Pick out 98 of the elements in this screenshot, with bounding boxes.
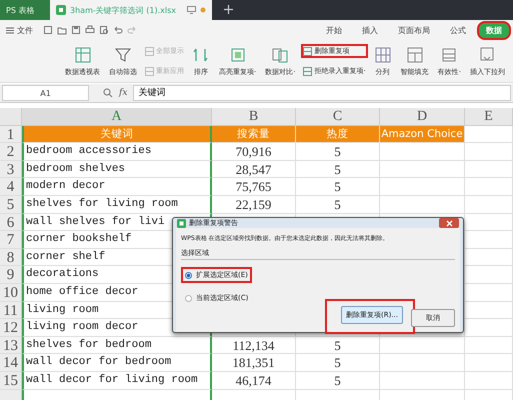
- empty-cell: [465, 319, 513, 337]
- formula-field[interactable]: 关键词: [133, 85, 511, 101]
- table-cell: 5: [296, 160, 380, 178]
- empty-cell: [465, 196, 513, 214]
- column-header[interactable]: D: [380, 108, 465, 126]
- table-cell: modern decor: [22, 178, 212, 196]
- table-cell: 75,765: [212, 178, 296, 196]
- row-header[interactable]: 8: [0, 248, 22, 266]
- empty-cell: [465, 302, 513, 320]
- radio-button[interactable]: [185, 294, 192, 302]
- row-header[interactable]: 7: [0, 231, 22, 249]
- table-cell: 5: [296, 178, 380, 196]
- empty-cell: [465, 284, 513, 302]
- ribbon-icon[interactable]: [478, 46, 496, 64]
- table-cell: 22,159: [212, 196, 296, 214]
- column-header[interactable]: B: [212, 108, 296, 126]
- monitor-icon[interactable]: [187, 6, 196, 14]
- new-icon[interactable]: [43, 25, 53, 35]
- table-cell: 112,134: [212, 336, 296, 354]
- row-header[interactable]: 1: [0, 126, 22, 144]
- row-header[interactable]: 14: [0, 354, 22, 372]
- table-cell: bedroom accessories: [22, 143, 212, 161]
- zoom-icon[interactable]: [103, 88, 113, 98]
- table-cell: 181,351: [212, 354, 296, 372]
- name-box[interactable]: A1: [2, 85, 89, 101]
- radio-button[interactable]: [185, 272, 192, 278]
- ribbon-tab[interactable]: 页面布局: [389, 20, 439, 40]
- table-cell: 5: [296, 143, 380, 161]
- row-header[interactable]: 10: [0, 284, 22, 302]
- table-cell: wall decor for living room: [22, 372, 212, 390]
- new-tab-icon[interactable]: [224, 5, 233, 14]
- table-cell: 5: [296, 196, 380, 214]
- row-header[interactable]: 2: [0, 143, 22, 161]
- table-cell: 70,916: [212, 143, 296, 161]
- row-header[interactable]: 6: [0, 214, 22, 232]
- table-cell: Amazon Choice: [380, 126, 465, 144]
- spreadsheet-icon[interactable]: [177, 218, 186, 228]
- ribbon-icon[interactable]: [374, 46, 392, 64]
- ribbon-tab[interactable]: 开始: [317, 20, 351, 40]
- table-cell: 5: [296, 372, 380, 390]
- row-header[interactable]: 5: [0, 196, 22, 214]
- column-header[interactable]: C: [296, 108, 380, 126]
- row-header[interactable]: 12: [0, 319, 22, 337]
- table-cell: 搜索量: [212, 126, 296, 144]
- empty-cell: [465, 354, 513, 372]
- table-cell: 46,174: [212, 372, 296, 390]
- row-header[interactable]: 9: [0, 266, 22, 284]
- ribbon-icon[interactable]: [440, 46, 458, 64]
- table-cell: 5: [296, 336, 380, 354]
- empty-cell: [465, 160, 513, 178]
- tab-label: 3ham-关键字筛选词 (1).xlsx: [70, 4, 178, 16]
- table-cell: 28,547: [212, 160, 296, 178]
- empty-cell: [465, 231, 513, 249]
- modified-dot-icon[interactable]: [200, 7, 206, 13]
- table-cell: wall decor for bedroom: [22, 354, 212, 372]
- open-icon[interactable]: [57, 25, 67, 35]
- row-header[interactable]: 4: [0, 178, 22, 196]
- save-icon[interactable]: [71, 25, 81, 35]
- table-cell: 关键词: [22, 126, 212, 144]
- function-label[interactable]: fx: [119, 88, 128, 98]
- table-cell: bedroom shelves: [22, 160, 212, 178]
- ribbon-icon[interactable]: [406, 46, 424, 64]
- empty-cell: [465, 178, 513, 196]
- column-header[interactable]: A: [22, 108, 212, 126]
- redo-icon[interactable]: [127, 25, 137, 35]
- table-icon[interactable]: [303, 66, 312, 76]
- file-menu[interactable]: 文件: [2, 24, 37, 36]
- ribbon-icon[interactable]: [114, 46, 132, 64]
- table-cell: shelves for living room: [22, 196, 212, 214]
- close-button[interactable]: [439, 218, 459, 228]
- tab-label: PS 表格: [6, 4, 34, 16]
- table-cell: 热度: [296, 126, 380, 144]
- ribbon-tab[interactable]: 公式: [441, 20, 475, 40]
- ribbon-icon[interactable]: [74, 46, 92, 64]
- print-icon[interactable]: [85, 25, 95, 35]
- undo-icon[interactable]: [113, 25, 123, 35]
- preview-icon[interactable]: [99, 25, 109, 35]
- table-icon[interactable]: [303, 46, 312, 56]
- table-cell: shelves for bedroom: [22, 336, 212, 354]
- row-header[interactable]: 13: [0, 336, 22, 354]
- row-header[interactable]: 3: [0, 160, 22, 178]
- empty-cell: [465, 266, 513, 284]
- ribbon-icon[interactable]: [271, 46, 290, 64]
- empty-cell: [465, 372, 513, 390]
- empty-cell: [465, 143, 513, 161]
- empty-cell: [465, 214, 513, 232]
- spreadsheet-icon[interactable]: [56, 5, 66, 15]
- column-header[interactable]: E: [465, 108, 513, 126]
- row-header[interactable]: 11: [0, 302, 22, 320]
- ribbon-icon[interactable]: [228, 46, 247, 64]
- app-tab[interactable]: PS 表格: [0, 0, 50, 20]
- close-icon[interactable]: [446, 220, 452, 226]
- row-header[interactable]: 15: [0, 372, 22, 390]
- ribbon-tab[interactable]: 插入: [353, 20, 387, 40]
- menu-icon[interactable]: [6, 26, 14, 34]
- table-cell: 5: [296, 354, 380, 372]
- empty-cell: [465, 248, 513, 266]
- empty-cell: [465, 336, 513, 354]
